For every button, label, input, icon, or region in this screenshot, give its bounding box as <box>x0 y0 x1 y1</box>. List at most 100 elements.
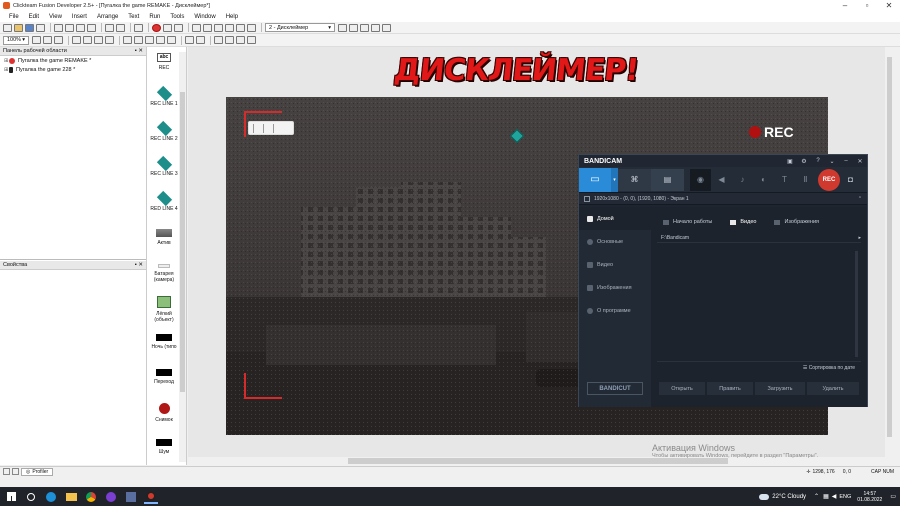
minimize-icon[interactable]: – <box>839 158 853 164</box>
bold-icon[interactable] <box>123 36 132 44</box>
object-snapshot[interactable]: Снимок <box>147 403 181 423</box>
nav-images[interactable]: Изображения <box>579 276 651 299</box>
mouse-icon[interactable]: ◐ <box>753 169 774 191</box>
hdmi-mode-icon[interactable]: ▤ <box>651 168 684 191</box>
tab-getting-started[interactable]: Начало работы <box>663 219 712 225</box>
nav-general[interactable]: Основные <box>579 230 651 253</box>
output-path[interactable]: F:\Bandicam ▸ <box>657 233 861 243</box>
align-center-icon[interactable] <box>156 36 165 44</box>
close-icon[interactable]: ✕ <box>878 1 900 10</box>
run-application-icon[interactable] <box>152 23 161 32</box>
new-file-icon[interactable] <box>3 23 12 32</box>
background-color-icon[interactable] <box>196 36 205 44</box>
region-checkbox[interactable] <box>584 195 590 202</box>
folder-icon[interactable]: ▣ <box>783 158 797 165</box>
object-battery[interactable]: Батарея (камера) <box>147 264 181 283</box>
build-icon[interactable] <box>174 23 183 32</box>
frame-setup-icon[interactable] <box>94 36 103 44</box>
tree-item-remake[interactable]: ⊞ Пугалка the game REMAKE * <box>0 56 146 65</box>
menu-view[interactable]: View <box>44 14 67 20</box>
explorer-icon[interactable] <box>64 490 78 504</box>
align-top-icon[interactable] <box>214 36 223 44</box>
camera-icon[interactable]: ◘ <box>840 169 861 191</box>
file-list[interactable] <box>657 245 855 355</box>
pin-icon[interactable]: ▪ ✕ <box>135 262 143 268</box>
restore-icon[interactable]: ▫ <box>856 1 878 10</box>
grid-icon[interactable] <box>54 36 63 44</box>
pin-icon[interactable]: ▪ ✕ <box>135 48 143 54</box>
battery-indicator[interactable] <box>248 121 294 135</box>
search-icon[interactable] <box>24 490 38 504</box>
disclaimer-title[interactable]: ДИСКЛЕЙМЕР! <box>392 48 640 92</box>
nav-about[interactable]: О программе <box>579 299 651 322</box>
menu-edit[interactable]: Edit <box>24 14 44 20</box>
vpn-icon[interactable] <box>104 490 118 504</box>
help-icon[interactable]: ? <box>811 158 825 164</box>
fullscreen-icon[interactable] <box>247 36 256 44</box>
chrome-icon[interactable] <box>84 490 98 504</box>
align-left-icon[interactable] <box>145 36 154 44</box>
first-frame-icon[interactable] <box>360 23 369 32</box>
save-all-icon[interactable] <box>36 23 45 32</box>
speaker-icon[interactable]: ◀ <box>711 169 732 191</box>
weather-text[interactable]: 22°C Cloudy <box>772 494 806 500</box>
menu-window[interactable]: Window <box>189 14 220 20</box>
undo-icon[interactable] <box>105 23 114 32</box>
chevron-up-icon[interactable]: ⌃ <box>853 196 867 202</box>
settings-icon[interactable]: ⚙ <box>797 158 811 165</box>
language-indicator[interactable]: ENG <box>839 494 851 500</box>
zoom-icon[interactable] <box>12 468 19 475</box>
folder-icon[interactable]: ▸ <box>858 235 861 241</box>
menu-help[interactable]: Help <box>221 14 243 20</box>
object-aktiv[interactable]: Актив <box>147 229 181 246</box>
delete-button[interactable]: Удалить <box>807 382 859 395</box>
workspace-vertical-scrollbar[interactable] <box>885 47 894 457</box>
tree-item-228[interactable]: ⊞ Пугалка the game 228 * <box>0 65 146 74</box>
tab-video[interactable]: Видео <box>730 219 756 225</box>
hand-tool-icon[interactable] <box>32 36 41 44</box>
upload-button[interactable]: Загрузить <box>755 382 805 395</box>
menu-text[interactable]: Text <box>123 14 144 20</box>
rec-indicator[interactable]: REC <box>749 124 794 140</box>
nav-video[interactable]: Видео <box>579 253 651 276</box>
network-icon[interactable]: ▦ <box>823 493 829 500</box>
rec-corner-bottom-left[interactable] <box>244 373 282 399</box>
frame-properties-icon[interactable] <box>382 23 391 32</box>
show-layer-icon[interactable] <box>72 36 81 44</box>
pause-icon[interactable]: Ⅱ <box>795 169 816 191</box>
snap-icon[interactable] <box>43 36 52 44</box>
align-bottom-icon[interactable] <box>236 36 245 44</box>
event-editor-icon[interactable] <box>214 23 223 32</box>
object-rec[interactable]: abc REC <box>147 53 181 71</box>
paste-icon[interactable] <box>76 23 85 32</box>
align-middle-icon[interactable] <box>225 36 234 44</box>
rec-button[interactable]: REC <box>818 168 840 191</box>
search-icon[interactable] <box>3 468 10 475</box>
object-setup-icon[interactable] <box>105 36 114 44</box>
redo-icon[interactable] <box>116 23 125 32</box>
menu-insert[interactable]: Insert <box>67 14 92 20</box>
notifications-icon[interactable]: ▭ <box>890 493 896 500</box>
clock[interactable]: 14:57 01.08.2022 <box>857 491 882 503</box>
menu-run[interactable]: Run <box>144 14 165 20</box>
tab-images[interactable]: Изображения <box>774 219 819 225</box>
cut-icon[interactable] <box>54 23 63 32</box>
bandicut-button[interactable]: BANDICUT <box>587 382 643 395</box>
storyboard-editor-icon[interactable] <box>192 23 201 32</box>
edit-button[interactable]: Править <box>707 382 753 395</box>
chevron-down-icon[interactable]: ▾ <box>611 167 618 192</box>
minimize-icon[interactable]: – <box>834 1 856 10</box>
collapse-icon[interactable]: ⌄ <box>825 158 839 165</box>
bandicam-resolution-bar[interactable]: 1920x1080 - (0, 0), (1920, 1080) - Экран… <box>579 193 867 205</box>
bandicam-taskbar-icon[interactable] <box>144 490 158 504</box>
italic-icon[interactable] <box>134 36 143 44</box>
volume-icon[interactable]: ◀ <box>832 493 837 500</box>
weather-icon[interactable] <box>759 493 770 500</box>
sort-by-date[interactable]: ☰ Сортировка по дате <box>657 365 855 371</box>
text-color-icon[interactable] <box>185 36 194 44</box>
object-light[interactable]: Лёгкий (объект) <box>147 296 181 323</box>
object-transition[interactable]: Переход <box>147 369 181 385</box>
object-night[interactable]: Ночь (типо <box>147 334 181 350</box>
menu-tools[interactable]: Tools <box>165 14 189 20</box>
zoom-select[interactable]: 100% ▾ <box>3 35 29 45</box>
